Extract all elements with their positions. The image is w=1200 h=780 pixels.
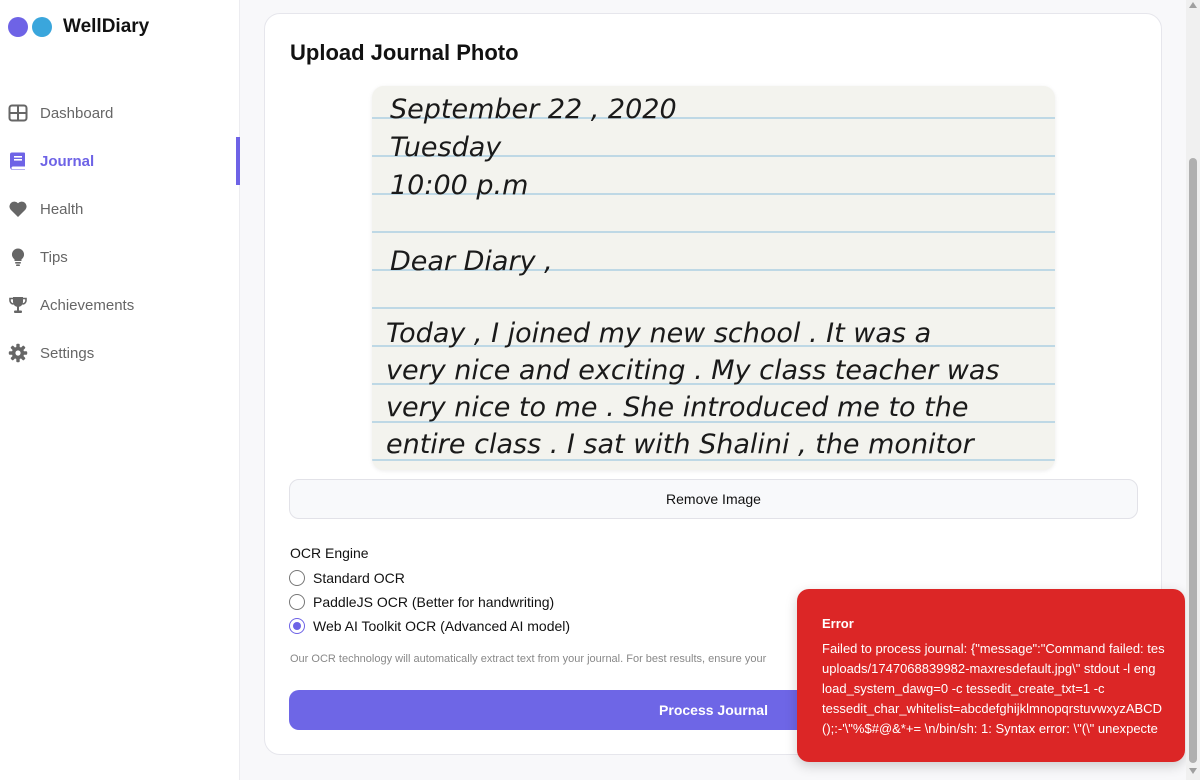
radio-dot [293,622,301,630]
photo-line: Tuesday [390,132,502,163]
toast-title: Error [822,616,854,631]
scrollbar-thumb[interactable] [1189,158,1197,763]
gear-icon [8,343,28,363]
radio-button[interactable] [289,570,305,586]
remove-image-button[interactable]: Remove Image [289,479,1138,519]
sidebar-item-label: Achievements [40,296,135,314]
ocr-help-text: Our OCR technology will automatically ex… [290,653,767,665]
page-scrollbar[interactable] [1186,0,1200,780]
sidebar-item-dashboard[interactable]: Dashboard [0,89,240,137]
book-icon [8,151,28,171]
ocr-option-label: Web AI Toolkit OCR (Advanced AI model) [313,618,571,634]
ocr-option-standard[interactable]: Standard OCR [289,570,405,586]
ocr-engine-label: OCR Engine [290,545,369,561]
sidebar: WellDiary Dashboard Journal Health Tips [0,0,240,780]
sidebar-item-label: Tips [40,248,68,266]
sidebar-item-health[interactable]: Health [0,185,240,233]
radio-button-selected[interactable] [289,618,305,634]
sidebar-item-label: Health [40,200,84,218]
sidebar-nav: Dashboard Journal Health Tips Achievemen… [0,89,240,377]
ocr-option-web-ai-toolkit[interactable]: Web AI Toolkit OCR (Advanced AI model) [289,618,570,634]
photo-line: 10:00 p.m [390,170,528,201]
photo-line: very nice to me . She introduced me to t… [386,392,968,423]
photo-line: Dear Diary , [390,246,553,277]
toast-message: Failed to process journal: {"message":"C… [822,641,1165,736]
heart-icon [8,199,28,219]
error-toast[interactable]: Error Failed to process journal: {"messa… [797,589,1185,762]
journal-photo-image: September 22 , 2020 Tuesday 10:00 p.m De… [372,86,1055,470]
scroll-up-arrow-icon[interactable] [1189,2,1197,8]
journal-photo: September 22 , 2020 Tuesday 10:00 p.m De… [372,86,1055,470]
photo-line: Today , I joined my new school . It was … [386,318,931,349]
sidebar-item-label: Dashboard [40,104,114,122]
photo-line: very nice and exciting . My class teache… [386,355,999,386]
trophy-icon [8,295,28,315]
ocr-option-label: PaddleJS OCR (Better for handwriting) [313,594,555,610]
scroll-down-arrow-icon[interactable] [1189,768,1197,774]
logo-dot-blue [32,17,52,37]
radio-button[interactable] [289,594,305,610]
app-name: WellDiary [63,16,150,37]
app-logo[interactable]: WellDiary [8,16,149,38]
sidebar-item-label: Settings [40,344,95,362]
sidebar-item-tips[interactable]: Tips [0,233,240,281]
ocr-option-label: Standard OCR [313,570,405,586]
dashboard-grid-icon [8,103,28,123]
sidebar-item-label: Journal [40,152,95,170]
page-title: Upload Journal Photo [290,40,519,65]
lightbulb-icon [8,247,28,267]
ocr-option-paddlejs[interactable]: PaddleJS OCR (Better for handwriting) [289,594,554,610]
sidebar-item-journal[interactable]: Journal [0,137,240,185]
photo-line: September 22 , 2020 [390,94,677,125]
sidebar-item-achievements[interactable]: Achievements [0,281,240,329]
sidebar-item-settings[interactable]: Settings [0,329,240,377]
logo-dot-purple [8,17,28,37]
photo-line: entire class . I sat with Shalini , the … [386,429,976,460]
